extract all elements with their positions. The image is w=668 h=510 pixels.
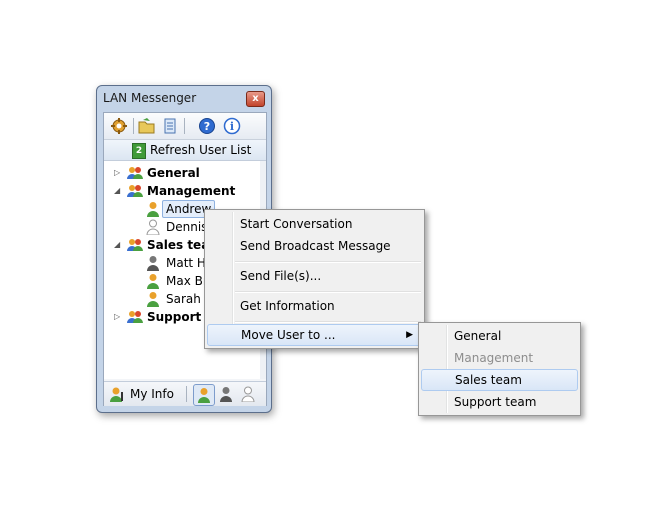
expand-arrow-icon[interactable]: ▷	[114, 164, 122, 182]
close-icon: x	[252, 93, 259, 104]
status-offline-button[interactable]	[238, 384, 258, 404]
menu-item-move-user-to[interactable]: Move User to ... ▶	[207, 324, 422, 346]
submenu-item-management: Management	[421, 347, 578, 369]
menu-separator	[235, 291, 421, 293]
menu-item-label: General	[454, 329, 502, 343]
expand-arrow-icon[interactable]: ▷	[114, 308, 122, 326]
menu-item-send-broadcast[interactable]: Send Broadcast Message	[207, 235, 422, 257]
refresh-user-list-button[interactable]: 2 Refresh User List	[104, 140, 266, 161]
svg-text:?: ?	[204, 120, 210, 133]
user-online-icon	[147, 202, 159, 217]
menu-item-label: Get Information	[240, 299, 335, 313]
settings-icon[interactable]	[110, 117, 128, 135]
toolbar-separator	[184, 118, 185, 134]
user-busy-icon	[220, 387, 232, 402]
status-busy-button[interactable]	[216, 384, 236, 404]
refresh-icon: 2	[132, 143, 146, 159]
submenu-item-support-team[interactable]: Support team	[421, 391, 578, 413]
user-offline-icon	[241, 386, 255, 402]
menu-item-start-conversation[interactable]: Start Conversation	[207, 213, 422, 235]
group-icon	[127, 167, 143, 179]
collapse-arrow-icon[interactable]: ◢	[114, 182, 122, 200]
history-icon[interactable]	[161, 117, 179, 135]
toolbar: ? i	[104, 113, 266, 140]
menu-item-label: Move User to ...	[241, 328, 336, 342]
submenu-item-sales-team[interactable]: Sales team	[421, 369, 578, 391]
user-online-icon	[147, 274, 159, 289]
user-offline-icon	[146, 219, 160, 235]
info-icon[interactable]: i	[223, 117, 241, 135]
my-info-icon[interactable]	[110, 386, 126, 402]
close-button[interactable]: x	[246, 91, 265, 107]
group-icon	[127, 311, 143, 323]
user-label: Matt H	[166, 256, 206, 270]
refresh-label: Refresh User List	[150, 143, 252, 157]
user-label: Max Br	[166, 274, 208, 288]
menu-item-get-information[interactable]: Get Information	[207, 295, 422, 317]
group-icon	[127, 239, 143, 251]
submenu-arrow-icon: ▶	[406, 330, 413, 340]
context-menu: Start Conversation Send Broadcast Messag…	[204, 209, 425, 349]
menu-item-label: Support team	[454, 395, 537, 409]
folder-open-icon[interactable]	[138, 117, 156, 135]
group-label: Management	[147, 184, 236, 198]
menu-item-label: Management	[454, 351, 534, 365]
menu-item-label: Start Conversation	[240, 217, 353, 231]
user-online-icon	[147, 292, 159, 307]
collapse-arrow-icon[interactable]: ◢	[114, 236, 122, 254]
status-bar: My Info	[104, 381, 266, 406]
menu-item-label: Send Broadcast Message	[240, 239, 391, 253]
status-online-button[interactable]	[193, 384, 215, 406]
menu-item-label: Sales team	[455, 373, 522, 387]
group-icon	[127, 185, 143, 197]
status-separator	[186, 386, 187, 402]
window-title: LAN Messenger	[103, 91, 197, 105]
menu-separator	[235, 321, 421, 323]
toolbar-separator	[133, 118, 134, 134]
group-management[interactable]: ◢ Management	[104, 182, 254, 200]
menu-separator	[235, 261, 421, 263]
group-general[interactable]: ▷ General	[104, 164, 254, 182]
group-label: General	[147, 166, 200, 180]
help-icon[interactable]: ?	[198, 117, 216, 135]
menu-item-send-files[interactable]: Send File(s)...	[207, 265, 422, 287]
submenu-item-general[interactable]: General	[421, 325, 578, 347]
title-bar[interactable]: LAN Messenger x	[97, 86, 271, 110]
menu-item-label: Send File(s)...	[240, 269, 322, 283]
my-info-button[interactable]: My Info	[130, 387, 174, 401]
user-label: Dennis	[166, 220, 208, 234]
svg-text:i: i	[230, 120, 234, 133]
move-user-submenu: General Management Sales team Support te…	[418, 322, 581, 416]
user-busy-icon	[147, 256, 159, 271]
user-online-icon	[198, 388, 210, 403]
